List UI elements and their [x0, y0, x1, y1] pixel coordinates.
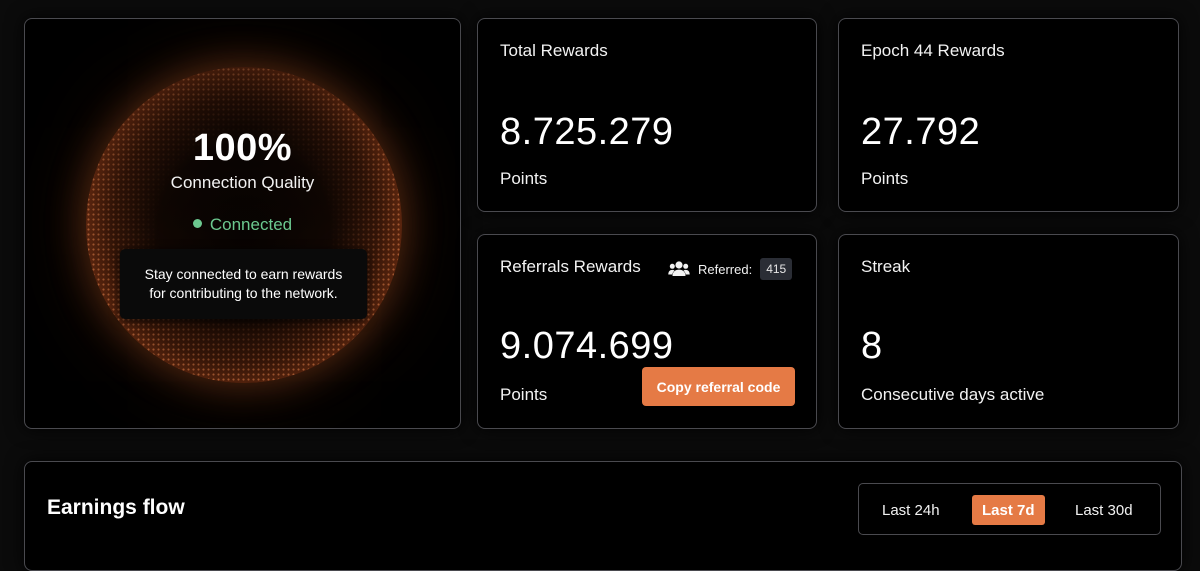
referred-count-group: Referred: 415 — [668, 257, 793, 281]
referred-label: Referred: — [698, 261, 753, 277]
referral-rewards-title: Referrals Rewards — [500, 257, 641, 276]
streak-value: 8 — [861, 325, 883, 367]
tooltip-line-1: Stay connected to earn rewards — [144, 266, 343, 282]
connection-quality-value: 100% — [192, 127, 293, 169]
time-range-selector: Last 24h Last 7d Last 30d — [858, 483, 1161, 535]
connection-quality-label: Connection Quality — [170, 173, 315, 192]
epoch-rewards-value: 27.792 — [861, 111, 981, 153]
range-last-30d-button[interactable]: Last 30d — [1065, 495, 1143, 525]
streak-unit: Consecutive days active — [861, 385, 1045, 404]
total-rewards-value: 8.725.279 — [500, 111, 674, 153]
total-rewards-unit: Points — [500, 169, 548, 188]
epoch-rewards-unit: Points — [861, 169, 909, 188]
users-icon — [668, 261, 690, 276]
referral-rewards-unit: Points — [500, 385, 548, 404]
earnings-flow-title: Earnings flow — [47, 496, 185, 519]
connection-status-text: Connected — [209, 215, 293, 234]
copy-referral-code-button[interactable]: Copy referral code — [642, 367, 795, 406]
connection-tooltip: Stay connected to earn rewards for contr… — [120, 249, 367, 319]
referral-rewards-value: 9.074.699 — [500, 325, 674, 367]
range-last-7d-button[interactable]: Last 7d — [972, 495, 1045, 525]
streak-title: Streak — [861, 257, 911, 276]
epoch-rewards-title: Epoch 44 Rewards — [861, 41, 1005, 60]
status-dot-icon — [192, 219, 202, 228]
total-rewards-card: Total Rewards 8.725.279 Points — [477, 18, 817, 212]
connection-status: Connected — [25, 215, 460, 235]
connection-quality-card: 100% Connection Quality Connected Stay c… — [24, 18, 461, 429]
tooltip-line-2: for contributing to the network. — [149, 285, 338, 301]
epoch-rewards-card: Epoch 44 Rewards 27.792 Points — [838, 18, 1179, 212]
streak-card: Streak 8 Consecutive days active — [838, 234, 1179, 429]
referral-rewards-card: Referrals Rewards Referred: 415 9.074.69… — [477, 234, 817, 429]
range-last-24h-button[interactable]: Last 24h — [872, 495, 950, 525]
earnings-flow-card: Earnings flow Last 24h Last 7d Last 30d — [24, 461, 1182, 571]
referred-count-badge: 415 — [760, 258, 793, 280]
total-rewards-title: Total Rewards — [500, 41, 608, 60]
